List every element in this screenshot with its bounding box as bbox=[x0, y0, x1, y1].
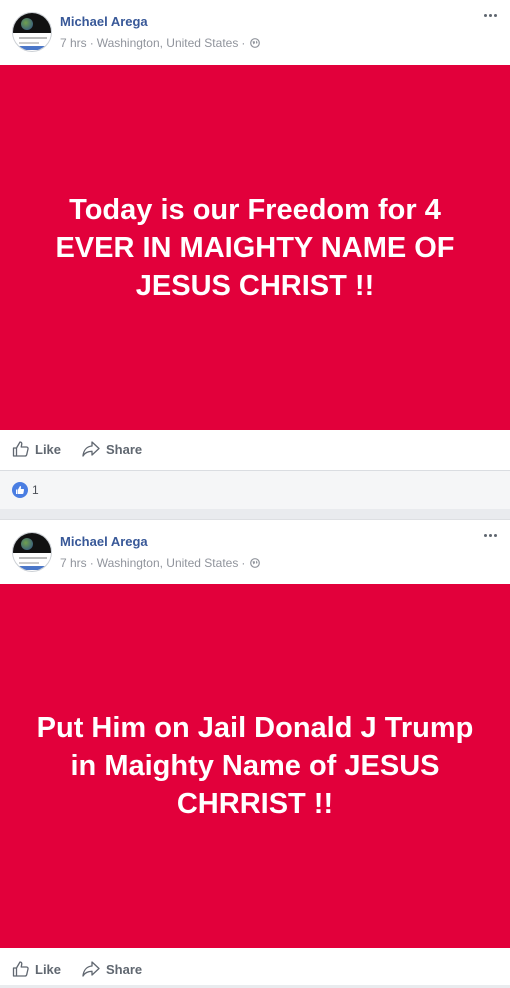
post-meta: 7 hrs · Washington, United States · bbox=[60, 556, 261, 570]
globe-icon[interactable] bbox=[250, 558, 261, 568]
author-avatar[interactable] bbox=[12, 532, 52, 572]
meta-separator: · bbox=[241, 556, 246, 570]
thumbs-up-icon bbox=[12, 441, 29, 457]
more-options-icon[interactable] bbox=[484, 530, 498, 540]
share-arrow-icon bbox=[82, 441, 100, 457]
more-options-icon[interactable] bbox=[484, 10, 498, 20]
author-name[interactable]: Michael Arega bbox=[60, 14, 148, 29]
thumbs-up-icon bbox=[12, 482, 28, 498]
meta-separator: · bbox=[89, 36, 94, 50]
post-header: Michael Arega 7 hrs · Washington, United… bbox=[0, 520, 510, 584]
share-label: Share bbox=[106, 441, 143, 457]
post-background-banner: Put Him on Jail Donald J Trump in Maight… bbox=[0, 584, 510, 948]
post-timestamp[interactable]: 7 hrs bbox=[60, 556, 87, 570]
like-button[interactable]: Like bbox=[12, 950, 61, 988]
post-location[interactable]: Washington, United States bbox=[97, 36, 239, 50]
reactions-bar[interactable]: 1 bbox=[0, 470, 510, 509]
share-button[interactable]: Share bbox=[81, 950, 142, 988]
post-background-banner: Today is our Freedom for 4 EVER IN MAIGH… bbox=[0, 65, 510, 430]
feed-post: Michael Arega 7 hrs · Washington, United… bbox=[0, 0, 510, 509]
author-name[interactable]: Michael Arega bbox=[60, 534, 148, 549]
post-actions: Like Share bbox=[0, 950, 510, 988]
post-actions: Like Share bbox=[0, 430, 510, 468]
post-text: Today is our Freedom for 4 EVER IN MAIGH… bbox=[55, 193, 455, 302]
share-arrow-icon bbox=[82, 961, 100, 977]
reaction-count[interactable]: 1 bbox=[32, 483, 39, 497]
globe-icon[interactable] bbox=[250, 38, 261, 48]
post-text: Put Him on Jail Donald J Trump in Maight… bbox=[36, 712, 474, 820]
post-timestamp[interactable]: 7 hrs bbox=[60, 36, 87, 50]
like-button[interactable]: Like bbox=[12, 430, 61, 468]
feed-post: Michael Arega 7 hrs · Washington, United… bbox=[0, 519, 510, 985]
share-button[interactable]: Share bbox=[81, 430, 142, 468]
post-location[interactable]: Washington, United States bbox=[97, 556, 239, 570]
like-label: Like bbox=[35, 961, 62, 977]
share-label: Share bbox=[106, 961, 143, 977]
post-meta: 7 hrs · Washington, United States · bbox=[60, 36, 261, 50]
meta-separator: · bbox=[241, 36, 246, 50]
thumbs-up-icon bbox=[12, 961, 29, 977]
like-label: Like bbox=[35, 441, 62, 457]
meta-separator: · bbox=[89, 556, 94, 570]
post-header: Michael Arega 7 hrs · Washington, United… bbox=[0, 0, 510, 64]
author-avatar[interactable] bbox=[12, 12, 52, 52]
